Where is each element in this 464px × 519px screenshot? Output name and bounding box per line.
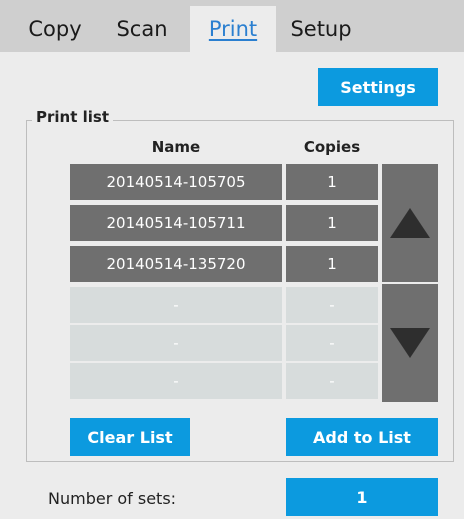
- list-row-name[interactable]: -: [70, 363, 282, 399]
- add-to-list-button[interactable]: Add to List: [286, 418, 438, 456]
- list-row-copies[interactable]: 1: [286, 205, 378, 241]
- scroll-down-button[interactable]: [382, 284, 438, 402]
- tab-scan[interactable]: Scan: [112, 6, 172, 52]
- number-of-sets-field[interactable]: 1: [286, 478, 438, 516]
- list-row-copies[interactable]: 1: [286, 246, 378, 282]
- list-row-name[interactable]: -: [70, 325, 282, 361]
- clear-list-button[interactable]: Clear List: [70, 418, 190, 456]
- number-of-sets-label: Number of sets:: [48, 488, 177, 508]
- list-row-name[interactable]: 20140514-105705: [70, 164, 282, 200]
- scroll-up-button[interactable]: [382, 164, 438, 282]
- triangle-down-icon: [390, 328, 430, 358]
- triangle-up-icon: [390, 208, 430, 238]
- print-panel: Settings Print list Name Copies 20140514…: [0, 52, 464, 519]
- tab-bar: Copy Scan Print Setup: [0, 0, 464, 52]
- list-row-copies[interactable]: -: [286, 287, 378, 323]
- print-list-legend: Print list: [32, 108, 113, 126]
- list-row-copies[interactable]: -: [286, 325, 378, 361]
- list-row-copies[interactable]: -: [286, 363, 378, 399]
- list-row-copies[interactable]: 1: [286, 164, 378, 200]
- column-header-name: Name: [151, 138, 201, 156]
- tab-print[interactable]: Print: [190, 6, 276, 52]
- settings-button[interactable]: Settings: [318, 68, 438, 106]
- list-row-name[interactable]: 20140514-105711: [70, 205, 282, 241]
- tab-copy[interactable]: Copy: [22, 6, 88, 52]
- tab-setup[interactable]: Setup: [282, 6, 360, 52]
- list-row-name[interactable]: -: [70, 287, 282, 323]
- column-header-copies: Copies: [303, 138, 361, 156]
- list-row-name[interactable]: 20140514-135720: [70, 246, 282, 282]
